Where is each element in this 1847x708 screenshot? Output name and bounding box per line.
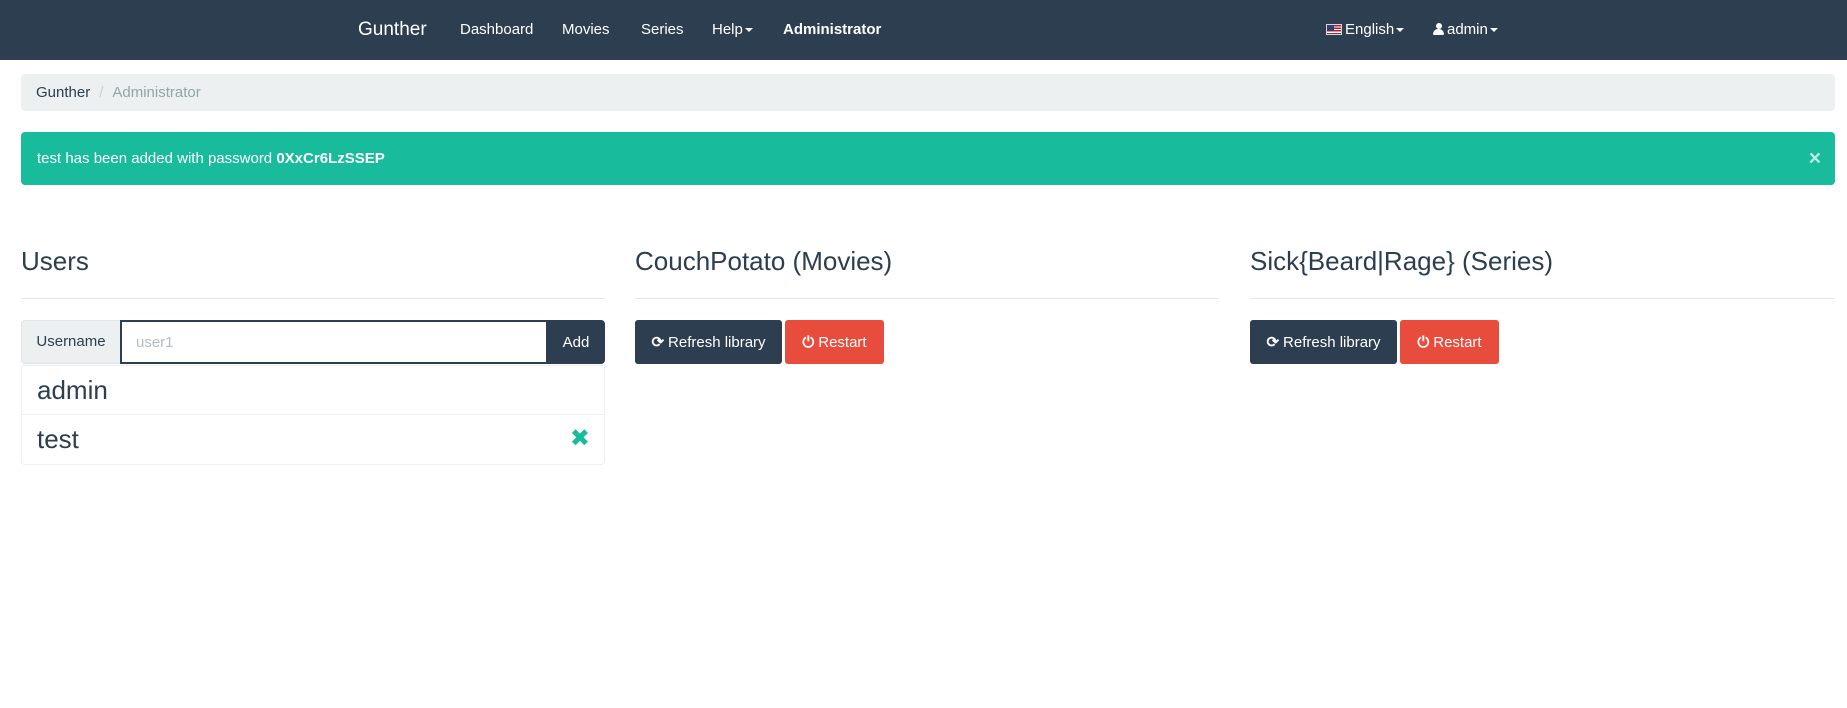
refresh-label: Refresh library (668, 334, 766, 351)
refresh-icon: ⟳ (1266, 334, 1280, 351)
refresh-icon: ⟳ (651, 334, 665, 351)
close-icon[interactable]: × (1809, 132, 1821, 185)
breadcrumb-current: Administrator (112, 84, 201, 101)
top-navbar: Gunther Dashboard Movies Series Help Adm… (0, 0, 1847, 60)
couchpotato-refresh-button[interactable]: ⟳ Refresh library (635, 320, 782, 364)
language-dropdown[interactable]: English (1326, 0, 1405, 60)
user-list-item: test ✖ (22, 415, 604, 464)
nav-help-label: Help (712, 21, 743, 38)
user-icon (1433, 23, 1444, 35)
sickbeard-title: Sick{Beard|Rage} (Series) (1250, 246, 1554, 276)
breadcrumb-separator: / (99, 84, 104, 101)
nav-movies[interactable]: Movies (562, 0, 610, 60)
user-list: admin test ✖ (21, 365, 605, 465)
restart-label: Restart (818, 333, 867, 351)
users-title: Users (21, 246, 89, 276)
remove-user-icon[interactable]: ✖ (570, 415, 590, 463)
us-flag-icon (1326, 24, 1342, 35)
users-divider (21, 298, 605, 299)
couchpotato-restart-button[interactable]: ⏻ Restart (785, 320, 884, 364)
caret-down-icon (1396, 28, 1405, 33)
alert-password: 0XxCr6LzSSEP (276, 150, 385, 167)
restart-label: Restart (1433, 333, 1482, 351)
user-label: admin (1447, 21, 1488, 38)
user-dropdown[interactable]: admin (1433, 0, 1498, 60)
username-input[interactable] (120, 320, 548, 364)
language-label: English (1345, 21, 1395, 38)
breadcrumb: Gunther / Administrator (21, 74, 1835, 111)
user-name: test (37, 424, 79, 454)
nav-series[interactable]: Series (641, 0, 684, 60)
caret-down-icon (744, 28, 753, 33)
alert-message: test has been added with password (37, 150, 277, 167)
nav-administrator[interactable]: Administrator (783, 0, 881, 60)
sickbeard-refresh-button[interactable]: ⟳ Refresh library (1250, 320, 1397, 364)
success-alert: test has been added with password 0XxCr6… (21, 132, 1835, 185)
refresh-label: Refresh library (1283, 334, 1381, 351)
power-icon: ⏻ (802, 333, 815, 351)
couchpotato-title: CouchPotato (Movies) (635, 246, 893, 276)
brand-link[interactable]: Gunther (358, 0, 427, 60)
add-user-button[interactable]: Add (547, 320, 605, 364)
user-list-item: admin (22, 366, 604, 415)
breadcrumb-home[interactable]: Gunther (36, 84, 90, 101)
nav-dashboard[interactable]: Dashboard (460, 0, 533, 60)
power-icon: ⏻ (1417, 333, 1430, 351)
user-name: admin (37, 375, 108, 405)
caret-down-icon (1489, 28, 1498, 33)
sickbeard-divider (1250, 298, 1835, 299)
nav-help-dropdown[interactable]: Help (712, 0, 753, 60)
couchpotato-divider (635, 298, 1219, 299)
sickbeard-restart-button[interactable]: ⏻ Restart (1400, 320, 1499, 364)
username-label: Username (21, 320, 120, 364)
